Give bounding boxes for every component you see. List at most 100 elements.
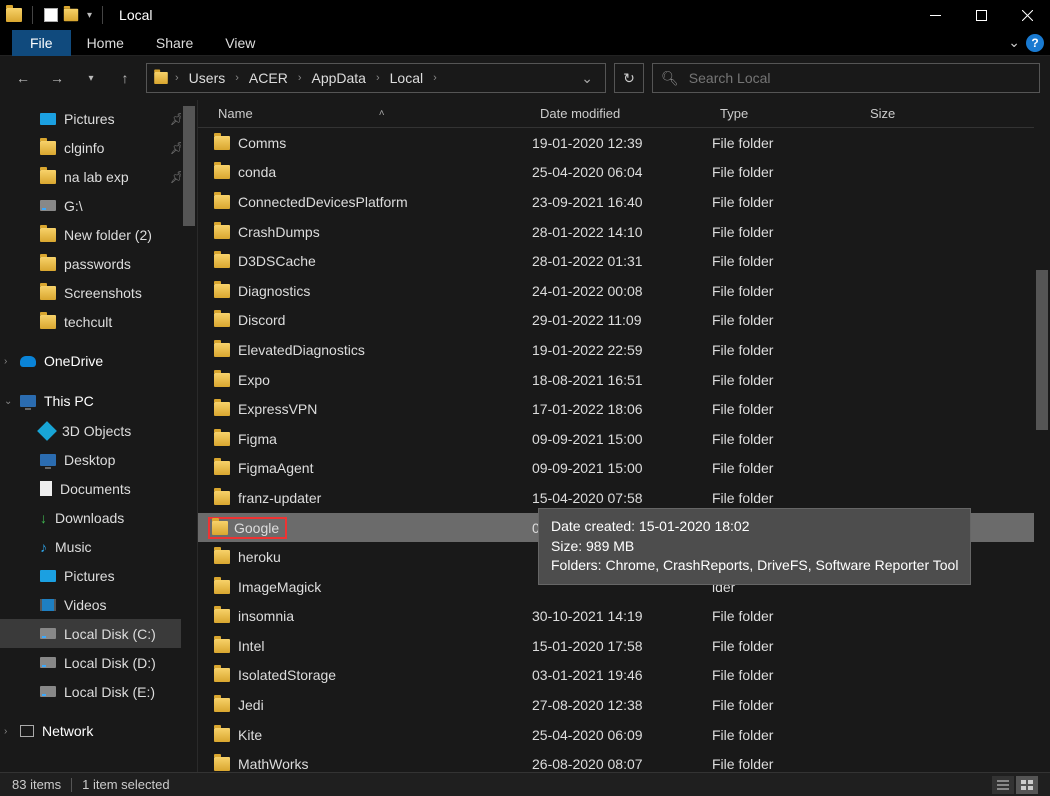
forward-button[interactable]: → [44,65,70,91]
cell-type: File folder [712,194,862,210]
view-details-button[interactable] [992,776,1014,794]
sidebar-item[interactable]: passwords [0,249,197,278]
table-row[interactable]: Expo18-08-2021 16:51File folder [198,365,1050,395]
view-icons-button[interactable] [1016,776,1038,794]
cell-date: 23-09-2021 16:40 [532,194,712,210]
folder-icon [214,639,230,653]
sidebar-item[interactable]: clginfo📌︎ [0,133,197,162]
table-row[interactable]: Comms19-01-2020 12:39File folder [198,128,1050,158]
sidebar-item-label: OneDrive [44,353,103,369]
crumb-arrow-icon[interactable]: › [296,72,304,84]
cell-date: 19-01-2022 22:59 [532,342,712,358]
chevron-right-icon[interactable]: › [4,356,7,367]
column-name[interactable]: Name˄ [210,106,532,121]
sidebar-item-label: Local Disk (C:) [64,626,156,642]
search-field[interactable] [689,70,1031,86]
sidebar-item[interactable]: ↓Downloads [0,503,197,532]
tab-home[interactable]: Home [71,30,140,56]
minimize-button[interactable] [912,0,958,30]
sidebar-item[interactable]: na lab exp📌︎ [0,162,197,191]
sidebar-item[interactable]: G:\ [0,191,197,220]
close-button[interactable] [1004,0,1050,30]
help-icon[interactable]: ? [1026,34,1044,52]
drive-icon [40,628,56,639]
crumb-arrow-icon[interactable]: › [374,72,382,84]
refresh-button[interactable]: ↻ [614,63,644,93]
maximize-button[interactable] [958,0,1004,30]
sidebar-network[interactable]: ›Network [0,716,197,746]
pictures-icon [40,570,56,582]
sidebar-item[interactable]: Desktop [0,445,197,474]
sidebar-scrollbar[interactable] [181,100,197,772]
sidebar-item[interactable]: ♪Music [0,532,197,561]
table-row[interactable]: insomnia30-10-2021 14:19File folder [198,602,1050,632]
crumb-arrow-icon[interactable]: › [431,72,439,84]
crumb-arrow-icon[interactable]: › [173,72,181,84]
table-row[interactable]: Kite25-04-2020 06:09File folder [198,720,1050,750]
table-row[interactable]: ConnectedDevicesPlatform23-09-2021 16:40… [198,187,1050,217]
breadcrumb[interactable]: Users [185,70,230,86]
table-row[interactable]: D3DSCache28-01-2022 01:31File folder [198,246,1050,276]
sidebar-item[interactable]: Documents [0,474,197,503]
table-row[interactable]: IsolatedStorage03-01-2021 19:46File fold… [198,661,1050,691]
search-input[interactable]: 🔍︎ [652,63,1040,93]
table-row[interactable]: MathWorks26-08-2020 08:07File folder [198,749,1050,772]
sidebar-thispc[interactable]: ⌄This PC [0,386,197,416]
column-type[interactable]: Type [712,106,862,121]
crumb-arrow-icon[interactable]: › [233,72,241,84]
tab-view[interactable]: View [209,30,271,56]
chevron-right-icon[interactable]: › [4,726,7,737]
cell-name: Intel [214,638,532,654]
sidebar-item[interactable]: Videos [0,590,197,619]
table-row[interactable]: Discord29-01-2022 11:09File folder [198,306,1050,336]
sidebar-item[interactable]: techcult [0,307,197,336]
folder-icon [214,668,230,682]
sidebar-item[interactable]: New folder (2) [0,220,197,249]
qat-customize-icon[interactable]: ▾ [87,10,92,21]
file-tab[interactable]: File [12,30,71,56]
sidebar-item[interactable]: 3D Objects [0,416,197,445]
recent-dropdown-icon[interactable]: ▾ [78,65,104,91]
address-bar[interactable]: › Users › ACER › AppData › Local › ⌄ [146,63,606,93]
breadcrumb[interactable]: ACER [245,70,292,86]
back-button[interactable]: ← [10,65,36,91]
table-row[interactable]: CrashDumps28-01-2022 14:10File folder [198,217,1050,247]
file-name: ImageMagick [238,579,321,595]
table-row[interactable]: FigmaAgent09-09-2021 15:00File folder [198,454,1050,484]
tab-share[interactable]: Share [140,30,209,56]
navbar: ← → ▾ ↑ › Users › ACER › AppData › Local… [0,56,1050,100]
table-row[interactable]: Figma09-09-2021 15:00File folder [198,424,1050,454]
cell-date: 28-01-2022 14:10 [532,224,712,240]
drive-icon [40,657,56,668]
sidebar-item[interactable]: Screenshots [0,278,197,307]
table-row[interactable]: Diagnostics24-01-2022 00:08File folder [198,276,1050,306]
up-button[interactable]: ↑ [112,65,138,91]
cell-name: Discord [214,312,532,328]
table-row[interactable]: conda25-04-2020 06:04File folder [198,158,1050,188]
breadcrumb[interactable]: Local [386,70,427,86]
table-row[interactable]: Intel15-01-2020 17:58File folder [198,631,1050,661]
sidebar-onedrive[interactable]: › OneDrive [0,346,197,376]
chevron-down-icon[interactable]: ⌄ [4,396,12,407]
breadcrumb[interactable]: AppData [307,70,369,86]
column-size[interactable]: Size [862,106,962,121]
sidebar-item[interactable]: Local Disk (E:) [0,677,197,706]
table-row[interactable]: Jedi27-08-2020 12:38File folder [198,690,1050,720]
sidebar-item[interactable]: Pictures [0,561,197,590]
qat-newfolder-icon[interactable] [64,9,78,22]
address-dropdown-icon[interactable]: ⌄ [575,70,599,87]
cell-type: File folder [712,283,862,299]
content-scrollbar[interactable] [1034,100,1050,772]
file-name: Diagnostics [238,283,310,299]
sidebar-item-label: G:\ [64,198,83,214]
table-row[interactable]: ElevatedDiagnostics19-01-2022 22:59File … [198,335,1050,365]
folder-icon [40,257,56,271]
column-headers[interactable]: Name˄ Date modified Type Size [198,100,1050,128]
sidebar-item[interactable]: Pictures📌︎ [0,104,197,133]
sidebar-item[interactable]: Local Disk (C:) [0,619,197,648]
qat-properties-icon[interactable] [43,7,59,23]
table-row[interactable]: ExpressVPN17-01-2022 18:06File folder [198,394,1050,424]
column-date[interactable]: Date modified [532,106,712,121]
ribbon-collapse-icon[interactable]: ⌄ [1008,34,1020,51]
sidebar-item[interactable]: Local Disk (D:) [0,648,197,677]
